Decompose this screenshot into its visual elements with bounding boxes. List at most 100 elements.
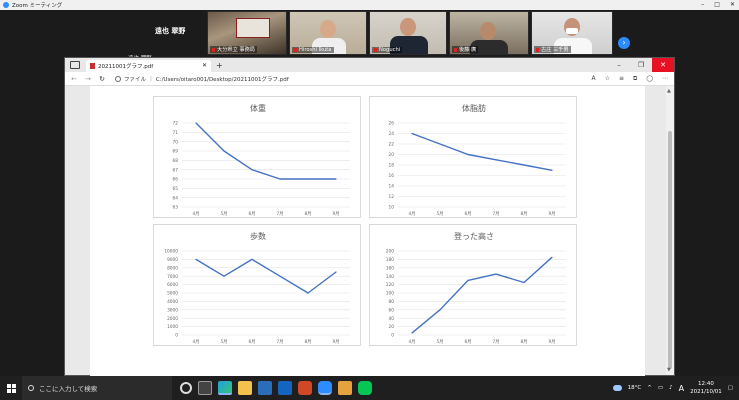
network-icon[interactable]: ▭ — [658, 385, 663, 391]
whiteboard-image — [236, 18, 270, 38]
tray-overflow-icon[interactable]: ^ — [647, 385, 652, 391]
zoom-window-controls: – □ ✕ — [701, 0, 735, 10]
y-tick-label: 10 — [389, 205, 395, 211]
profile-icon[interactable]: ◯ — [646, 72, 653, 86]
info-icon[interactable] — [115, 75, 121, 82]
participant-tile[interactable]: Hiroshi Ikuta — [289, 11, 367, 55]
start-button[interactable] — [0, 376, 22, 400]
data-point — [307, 178, 309, 180]
scroll-up-icon[interactable]: ▲ — [667, 88, 671, 94]
minimize-icon[interactable]: – — [608, 58, 630, 72]
mail-icon[interactable] — [278, 381, 292, 395]
volume-icon[interactable]: ♪ — [669, 385, 673, 391]
y-tick-label: 9000 — [167, 257, 178, 263]
powerpoint-icon[interactable] — [298, 381, 312, 395]
store-icon[interactable] — [258, 381, 272, 395]
notification-icon[interactable]: ▢ — [728, 385, 733, 391]
url-box[interactable]: ファイル | C:/Users/oitaro001/Desktop/202110… — [115, 75, 289, 83]
edge-browser-icon[interactable] — [218, 381, 232, 395]
weather-icon[interactable] — [612, 385, 622, 391]
active-speaker-name: 遠也 翠野 — [155, 27, 186, 35]
x-tick-label: 9月 — [548, 339, 555, 345]
back-arrow-icon[interactable]: ← — [67, 75, 81, 83]
tab-pdf[interactable]: 20211001グラフ.pdf ✕ — [86, 60, 211, 72]
data-point — [307, 292, 309, 294]
taskbar-apps — [180, 381, 372, 395]
participant-name: 大分県立 事務局 — [217, 47, 255, 53]
next-page-arrow-icon[interactable]: › — [618, 37, 630, 49]
y-tick-label: 4000 — [167, 299, 178, 305]
chart-title: 体重 — [250, 103, 266, 113]
task-view-icon[interactable] — [198, 381, 212, 395]
tab-actions-icon[interactable] — [70, 61, 80, 69]
close-icon[interactable]: ✕ — [652, 58, 674, 72]
scroll-down-icon[interactable]: ▼ — [667, 367, 671, 373]
face-image — [320, 20, 336, 38]
scrollbar-thumb[interactable] — [668, 131, 672, 369]
y-tick-label: 26 — [389, 121, 395, 127]
minimize-icon[interactable]: – — [701, 0, 704, 10]
participant-tile[interactable]: 大分県立 事務局 — [207, 11, 287, 55]
participant-tile[interactable]: Noguchi — [369, 11, 447, 55]
chart-title: 歩数 — [250, 231, 266, 241]
forward-arrow-icon[interactable]: → — [81, 75, 95, 83]
ime-indicator[interactable]: A — [679, 384, 684, 393]
y-tick-label: 180 — [386, 257, 394, 263]
tab-close-icon[interactable]: ✕ — [202, 62, 207, 69]
y-tick-label: 12 — [389, 194, 395, 200]
x-tick-label: 8月 — [520, 211, 527, 217]
favorites-list-icon[interactable]: ≡ — [619, 72, 624, 86]
file-explorer-icon[interactable] — [238, 381, 252, 395]
more-menu-icon[interactable]: ⋯ — [662, 72, 668, 86]
refresh-icon[interactable]: ↻ — [95, 75, 109, 83]
taskbar-search-box[interactable]: ここに入力して検索 — [22, 376, 172, 400]
address-bar: ← → ↻ ファイル | C:/Users/oitaro001/Desktop/… — [65, 72, 674, 86]
data-point — [467, 279, 469, 281]
y-tick-label: 140 — [386, 274, 394, 280]
vertical-scrollbar[interactable]: ▲ ▼ — [666, 86, 674, 375]
favorite-star-icon[interactable]: ☆ — [605, 72, 610, 86]
y-tick-label: 20 — [389, 324, 395, 330]
maximize-icon[interactable]: □ — [714, 0, 720, 10]
line-app-icon[interactable] — [358, 381, 372, 395]
x-tick-label: 6月 — [464, 339, 471, 345]
x-tick-label: 6月 — [248, 211, 255, 217]
y-tick-label: 70 — [173, 139, 179, 145]
participant-tile[interactable]: 古庄 三千男 — [531, 11, 613, 55]
y-tick-label: 60 — [389, 307, 395, 313]
y-tick-label: 2000 — [167, 316, 178, 322]
url-text[interactable]: C:/Users/oitaro001/Desktop/20211001グラフ.p… — [156, 75, 289, 83]
face-image — [480, 22, 496, 40]
system-tray: 18°C ^ ▭ ♪ A 12:40 2021/10/01 ▢ — [612, 376, 733, 400]
y-tick-label: 1000 — [167, 324, 178, 330]
data-point — [495, 273, 497, 275]
zoom-app-icon[interactable] — [318, 381, 332, 395]
close-icon[interactable]: ✕ — [730, 0, 735, 10]
participant-tile[interactable]: 後藤 廣 — [449, 11, 529, 55]
participant-name: Noguchi — [379, 47, 401, 53]
clock[interactable]: 12:40 2021/10/01 — [690, 380, 722, 396]
y-tick-label: 16 — [389, 173, 395, 179]
y-tick-label: 67 — [173, 167, 179, 173]
new-tab-icon[interactable]: + — [216, 61, 223, 70]
y-tick-label: 3000 — [167, 307, 178, 313]
x-tick-label: 4月 — [408, 211, 415, 217]
x-tick-label: 4月 — [408, 339, 415, 345]
cortana-icon[interactable] — [180, 382, 192, 394]
data-point — [223, 150, 225, 152]
read-aloud-icon[interactable]: A — [591, 72, 595, 86]
zoom-title-bar: Zoom ミーティング – □ ✕ — [0, 0, 739, 10]
x-tick-label: 5月 — [220, 211, 227, 217]
y-tick-label: 160 — [386, 265, 394, 271]
y-tick-label: 24 — [389, 131, 395, 137]
browser-window: 20211001グラフ.pdf ✕ + – ❐ ✕ ← → ↻ ファイル | C… — [64, 57, 675, 381]
temperature[interactable]: 18°C — [628, 385, 642, 391]
x-tick-label: 8月 — [304, 339, 311, 345]
collections-icon[interactable]: ⧉ — [633, 72, 637, 86]
face-image — [400, 18, 416, 36]
pdf-viewer: 体重 63 64 65 66 67 68 69 70 71 72 4月 5月 6月 7月 8月 9月 体脂肪 10… — [65, 86, 674, 381]
restore-icon[interactable]: ❐ — [630, 58, 652, 72]
y-tick-label: 72 — [173, 121, 179, 127]
x-tick-label: 7月 — [276, 339, 283, 345]
photos-icon[interactable] — [338, 381, 352, 395]
